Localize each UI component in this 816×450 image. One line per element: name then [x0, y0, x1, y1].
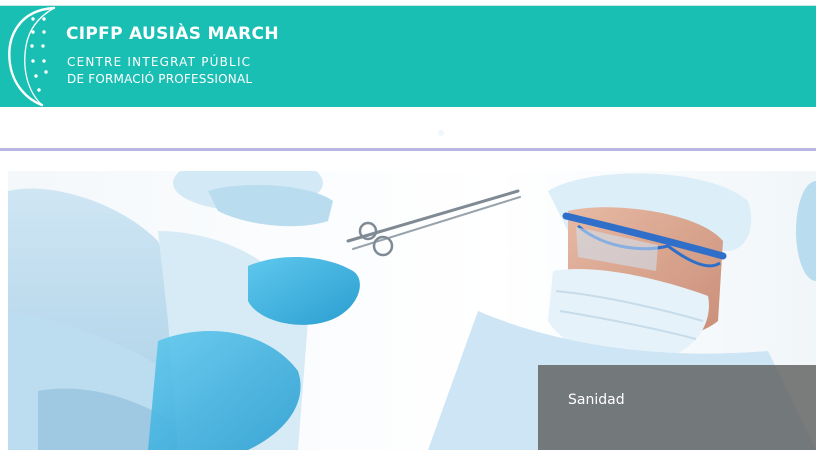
slide-caption-text: Sanidad — [568, 392, 625, 408]
slide-caption-box[interactable]: Sanidad — [538, 365, 816, 450]
logo-title: CIPFP AUSIÀS MARCH — [66, 24, 279, 44]
logo-subtitle-line2: DE FORMACIÓ PROFESSIONAL — [67, 72, 253, 86]
image-slider[interactable]: Sanidad — [8, 171, 816, 450]
logo-mark-icon — [8, 6, 56, 107]
main-navigation — [0, 107, 816, 148]
site-logo-link[interactable]: CIPFP AUSIÀS MARCH CENTRE INTEGRAT PÚBLI… — [6, 6, 279, 107]
nav-bottom-border — [0, 148, 816, 151]
site-header: CIPFP AUSIÀS MARCH CENTRE INTEGRAT PÚBLI… — [0, 6, 816, 107]
nav-indicator-dot — [438, 130, 444, 136]
logo-subtitle-line1: CENTRE INTEGRAT PÚBLIC — [67, 55, 252, 69]
